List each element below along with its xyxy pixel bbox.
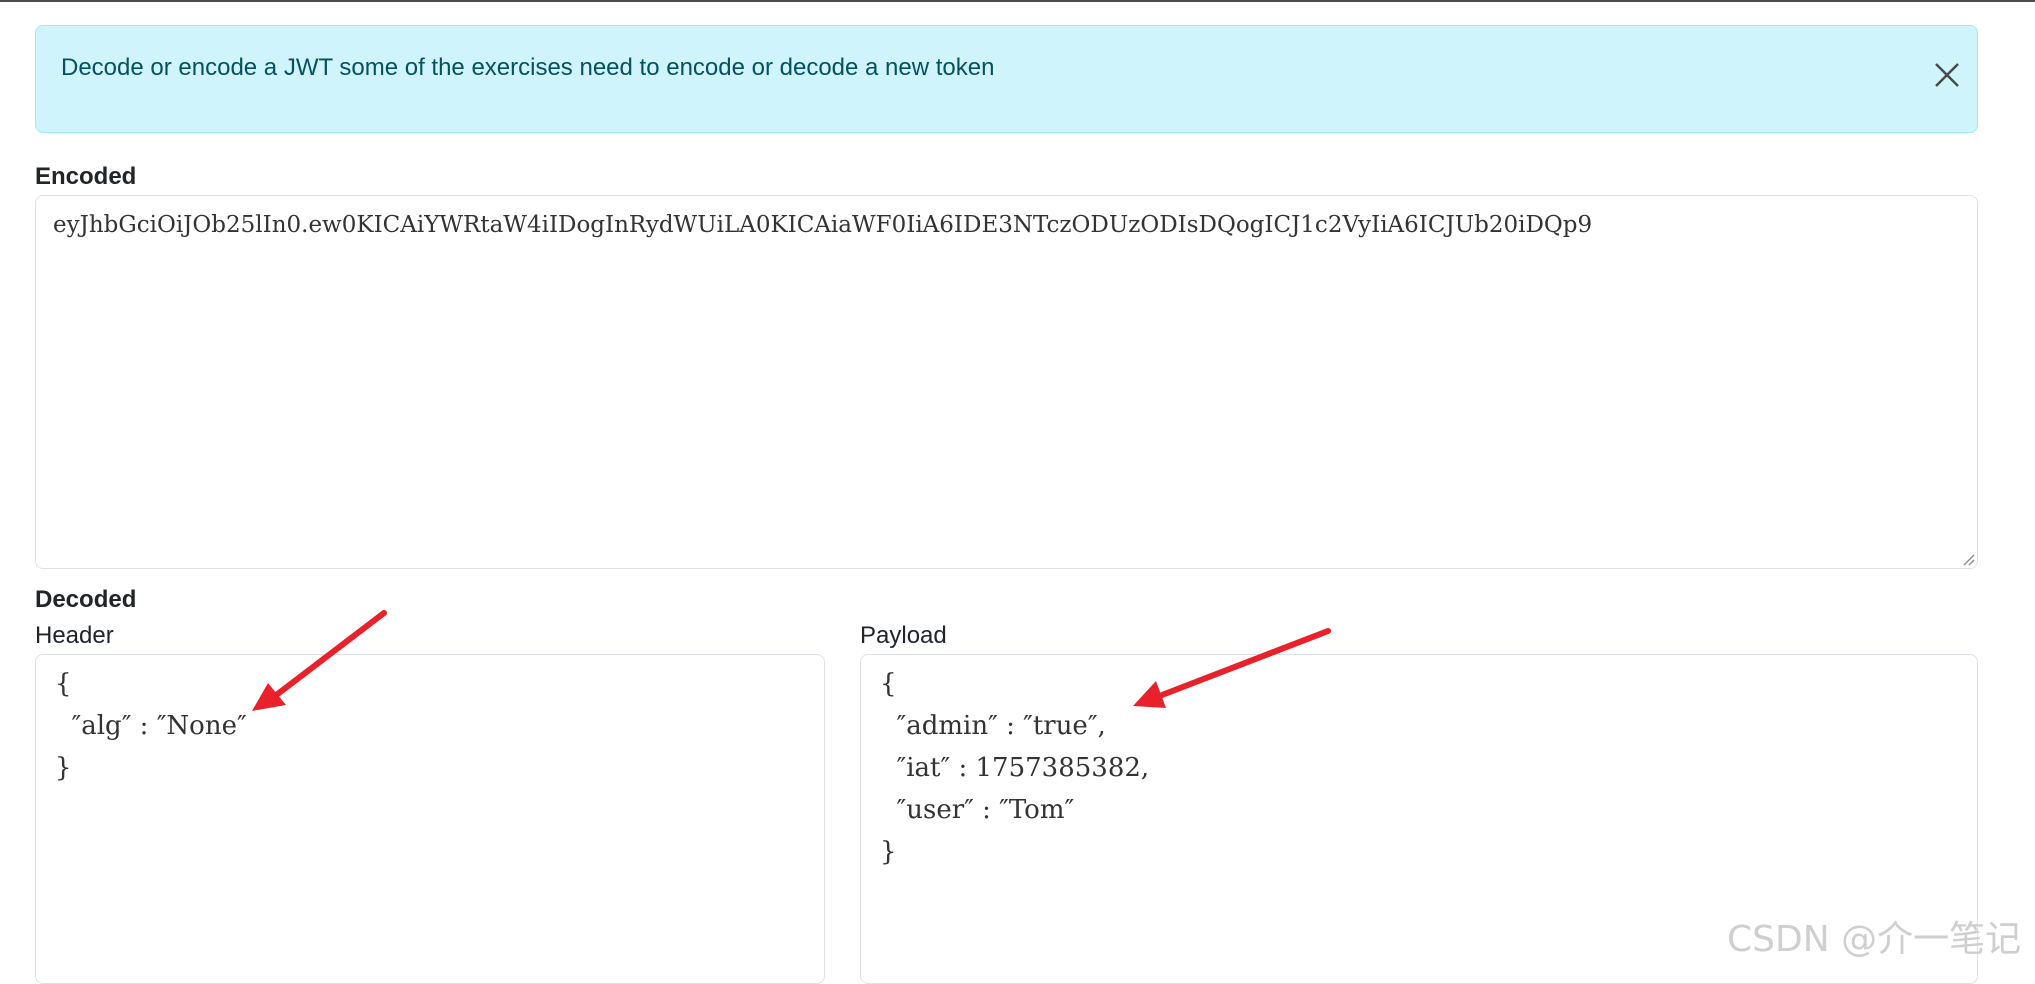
header-label: Header xyxy=(35,622,114,649)
payload-line: { xyxy=(880,669,897,699)
header-line: ″alg″ : ″None″ xyxy=(55,711,247,741)
encoded-label: Encoded xyxy=(35,163,137,190)
encoded-token-text: eyJhbGciOiJOb25lIn0.ew0KICAiYWRtaW4iIDog… xyxy=(53,212,1593,238)
payload-line: ″admin″ : ″true″, xyxy=(880,711,1106,741)
payload-line: ″iat″ : 1757385382, xyxy=(880,753,1150,783)
payload-line: ″user″ : ″Tom″ xyxy=(880,795,1075,825)
encoded-textarea[interactable]: eyJhbGciOiJOb25lIn0.ew0KICAiYWRtaW4iIDog… xyxy=(35,195,1978,569)
header-line: } xyxy=(55,753,72,783)
header-textarea[interactable]: { ″alg″ : ″None″ } xyxy=(35,654,825,984)
header-line: { xyxy=(55,669,72,699)
resize-handle-icon[interactable] xyxy=(1961,552,1975,566)
close-icon[interactable] xyxy=(1928,56,1966,94)
info-alert: Decode or encode a JWT some of the exerc… xyxy=(35,25,1978,133)
watermark: CSDN @介一笔记 xyxy=(1727,919,2022,960)
decoded-label: Decoded xyxy=(35,586,137,613)
alert-message: Decode or encode a JWT some of the exerc… xyxy=(61,54,995,81)
top-border xyxy=(0,0,2035,2)
payload-line: } xyxy=(880,837,897,867)
payload-label: Payload xyxy=(860,622,947,649)
